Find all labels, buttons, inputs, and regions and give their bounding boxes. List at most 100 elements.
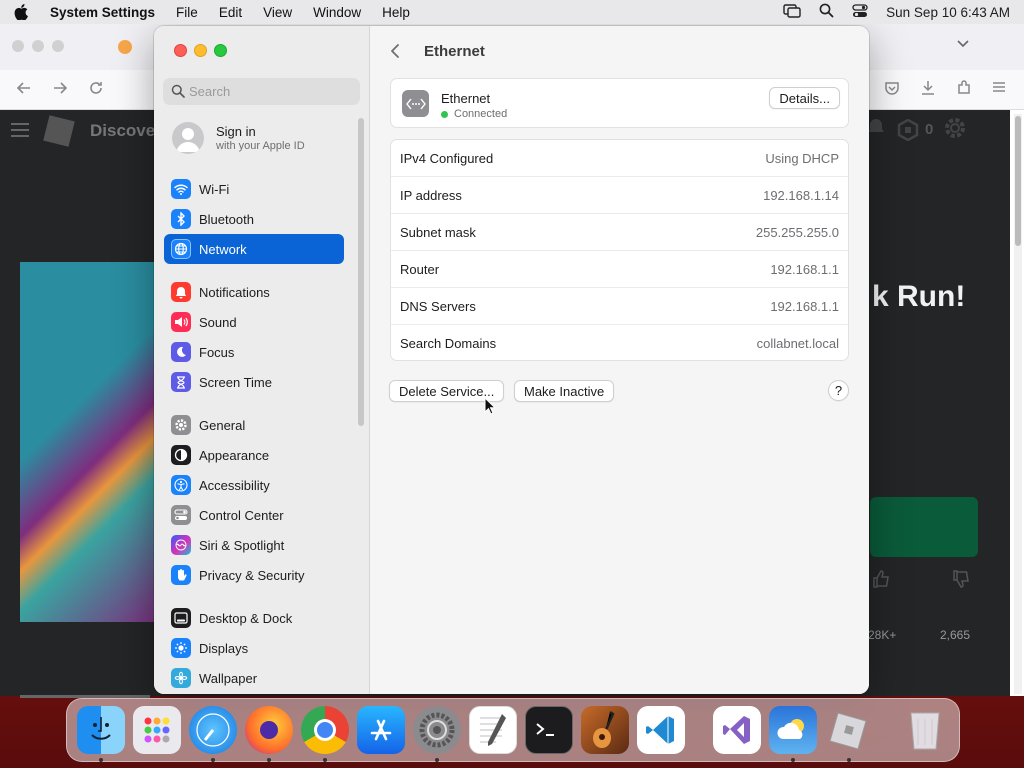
sidebar-item-appearance[interactable]: Appearance [164, 440, 344, 470]
thumbs-down-icon[interactable] [950, 568, 972, 593]
browser-reload-icon[interactable] [88, 80, 104, 99]
make-inactive-button[interactable]: Make Inactive [514, 380, 615, 402]
tab-list-chevron-icon[interactable] [956, 36, 970, 51]
table-row: IPv4 Configured Using DHCP [391, 140, 848, 177]
visual-studio-icon[interactable] [713, 706, 761, 754]
browser-scrollbar-thumb[interactable] [1015, 116, 1021, 246]
sidebar-item-focus[interactable]: Focus [164, 337, 344, 367]
dock-icon [171, 608, 191, 628]
firefox-tab-icon[interactable] [118, 40, 132, 54]
system-settings-icon[interactable] [413, 706, 461, 762]
wallpaper-icon [171, 668, 191, 688]
trash-icon[interactable] [901, 706, 949, 754]
game-thumbnail[interactable] [20, 262, 160, 622]
spotlight-search-icon[interactable] [819, 3, 834, 21]
sidebar-item-wallpaper[interactable]: Wallpaper [164, 663, 344, 693]
apple-id-signin[interactable]: Sign in with your Apple ID [172, 122, 305, 154]
sidebar-item-control-center[interactable]: Control Center [164, 500, 344, 530]
search-icon [171, 84, 185, 101]
sidebar-item-displays[interactable]: Displays [164, 633, 344, 663]
sidebar-item-privacy-security[interactable]: Privacy & Security [164, 560, 344, 590]
textedit-icon[interactable] [469, 706, 517, 754]
gear-icon [171, 415, 191, 435]
launchpad-icon[interactable] [133, 706, 181, 754]
dock [66, 698, 960, 762]
browser-minimize-button[interactable] [32, 40, 44, 52]
hand-icon [171, 565, 191, 585]
back-chevron-icon[interactable] [390, 43, 410, 59]
play-button[interactable] [870, 497, 978, 557]
firefox-icon[interactable] [245, 706, 293, 762]
sidebar-item-sound[interactable]: Sound [164, 307, 344, 337]
browser-back-icon[interactable] [16, 80, 32, 99]
browser-zoom-button[interactable] [52, 40, 64, 52]
sun-icon [171, 638, 191, 658]
safari-icon[interactable] [189, 706, 237, 762]
currency-icon[interactable]: 0 [897, 116, 933, 143]
sidebar-item-general[interactable]: General [164, 410, 344, 440]
sidebar-item-label: Sound [199, 314, 237, 330]
sidebar-item-label: Desktop & Dock [199, 610, 293, 626]
site-header-icons: 0 [865, 116, 967, 143]
bluetooth-icon [171, 209, 191, 229]
browser-forward-icon[interactable] [52, 80, 68, 99]
thumbs-up-icon[interactable] [870, 568, 892, 593]
menu-file[interactable]: File [176, 5, 198, 20]
sidebar-item-bluetooth[interactable]: Bluetooth [164, 204, 344, 234]
row-value: 192.168.1.14 [763, 187, 839, 203]
browser-menu-icon[interactable] [992, 80, 1006, 97]
moon-icon [171, 342, 191, 362]
site-menu-icon[interactable] [10, 122, 30, 141]
sidebar-item-siri-spotlight[interactable]: Siri & Spotlight [164, 530, 344, 560]
menu-help[interactable]: Help [382, 5, 410, 20]
game-title-fragment: k Run! [872, 280, 966, 313]
sidebar-item-notifications[interactable]: Notifications [164, 277, 344, 307]
site-heading-fragment: Discove [90, 121, 156, 140]
terminal-icon[interactable] [525, 706, 573, 754]
sidebar-item-desktop-dock[interactable]: Desktop & Dock [164, 603, 344, 633]
menu-view[interactable]: View [263, 5, 292, 20]
finder-icon[interactable] [77, 706, 125, 762]
weather-icon[interactable] [769, 706, 817, 762]
help-button[interactable]: ? [828, 380, 849, 401]
window-zoom-button[interactable] [214, 44, 227, 57]
control-center-icon [171, 505, 191, 525]
browser-scrollbar[interactable] [1014, 114, 1022, 694]
sidebar-scrollbar[interactable] [358, 118, 364, 426]
details-button[interactable]: Details... [769, 87, 840, 109]
mouse-pointer-icon [484, 396, 497, 418]
sidebar-item-label: General [199, 417, 246, 433]
menu-edit[interactable]: Edit [219, 5, 242, 20]
window-close-button[interactable] [174, 44, 187, 57]
signin-title: Sign in [216, 124, 256, 139]
menubar-clock[interactable]: Sun Sep 10 6:43 AM [886, 5, 1010, 20]
sidebar-item-wifi[interactable]: Wi-Fi [164, 174, 344, 204]
downloads-icon[interactable] [920, 80, 936, 99]
apple-menu-icon[interactable] [14, 4, 28, 20]
table-row: Subnet mask 255.255.255.0 [391, 214, 848, 251]
app-menu[interactable]: System Settings [50, 5, 155, 20]
row-key: IPv4 Configured [400, 150, 494, 166]
sidebar-item-label: Privacy & Security [199, 567, 305, 583]
extensions-icon[interactable] [956, 80, 972, 99]
roblox-icon[interactable] [825, 706, 873, 762]
siri-icon [171, 535, 191, 555]
screen-mirroring-icon[interactable] [783, 3, 801, 21]
hourglass-icon [171, 372, 191, 392]
sidebar-item-screen-time[interactable]: Screen Time [164, 367, 344, 397]
browser-close-button[interactable] [12, 40, 24, 52]
likes-count: 28K+ [868, 628, 897, 642]
app-store-icon[interactable] [357, 706, 405, 754]
sidebar-item-network[interactable]: Network [164, 234, 344, 264]
sidebar-item-accessibility[interactable]: Accessibility [164, 470, 344, 500]
site-logo[interactable] [43, 115, 75, 147]
vscode-icon[interactable] [637, 706, 685, 754]
site-settings-gear-icon[interactable] [943, 116, 967, 143]
window-minimize-button[interactable] [194, 44, 207, 57]
control-center-menu-icon[interactable] [852, 3, 868, 21]
pocket-icon[interactable] [884, 80, 900, 99]
chrome-icon[interactable] [301, 706, 349, 762]
sidebar-search-field[interactable]: Search [163, 78, 360, 105]
garageband-icon[interactable] [581, 706, 629, 754]
menu-window[interactable]: Window [313, 5, 361, 20]
